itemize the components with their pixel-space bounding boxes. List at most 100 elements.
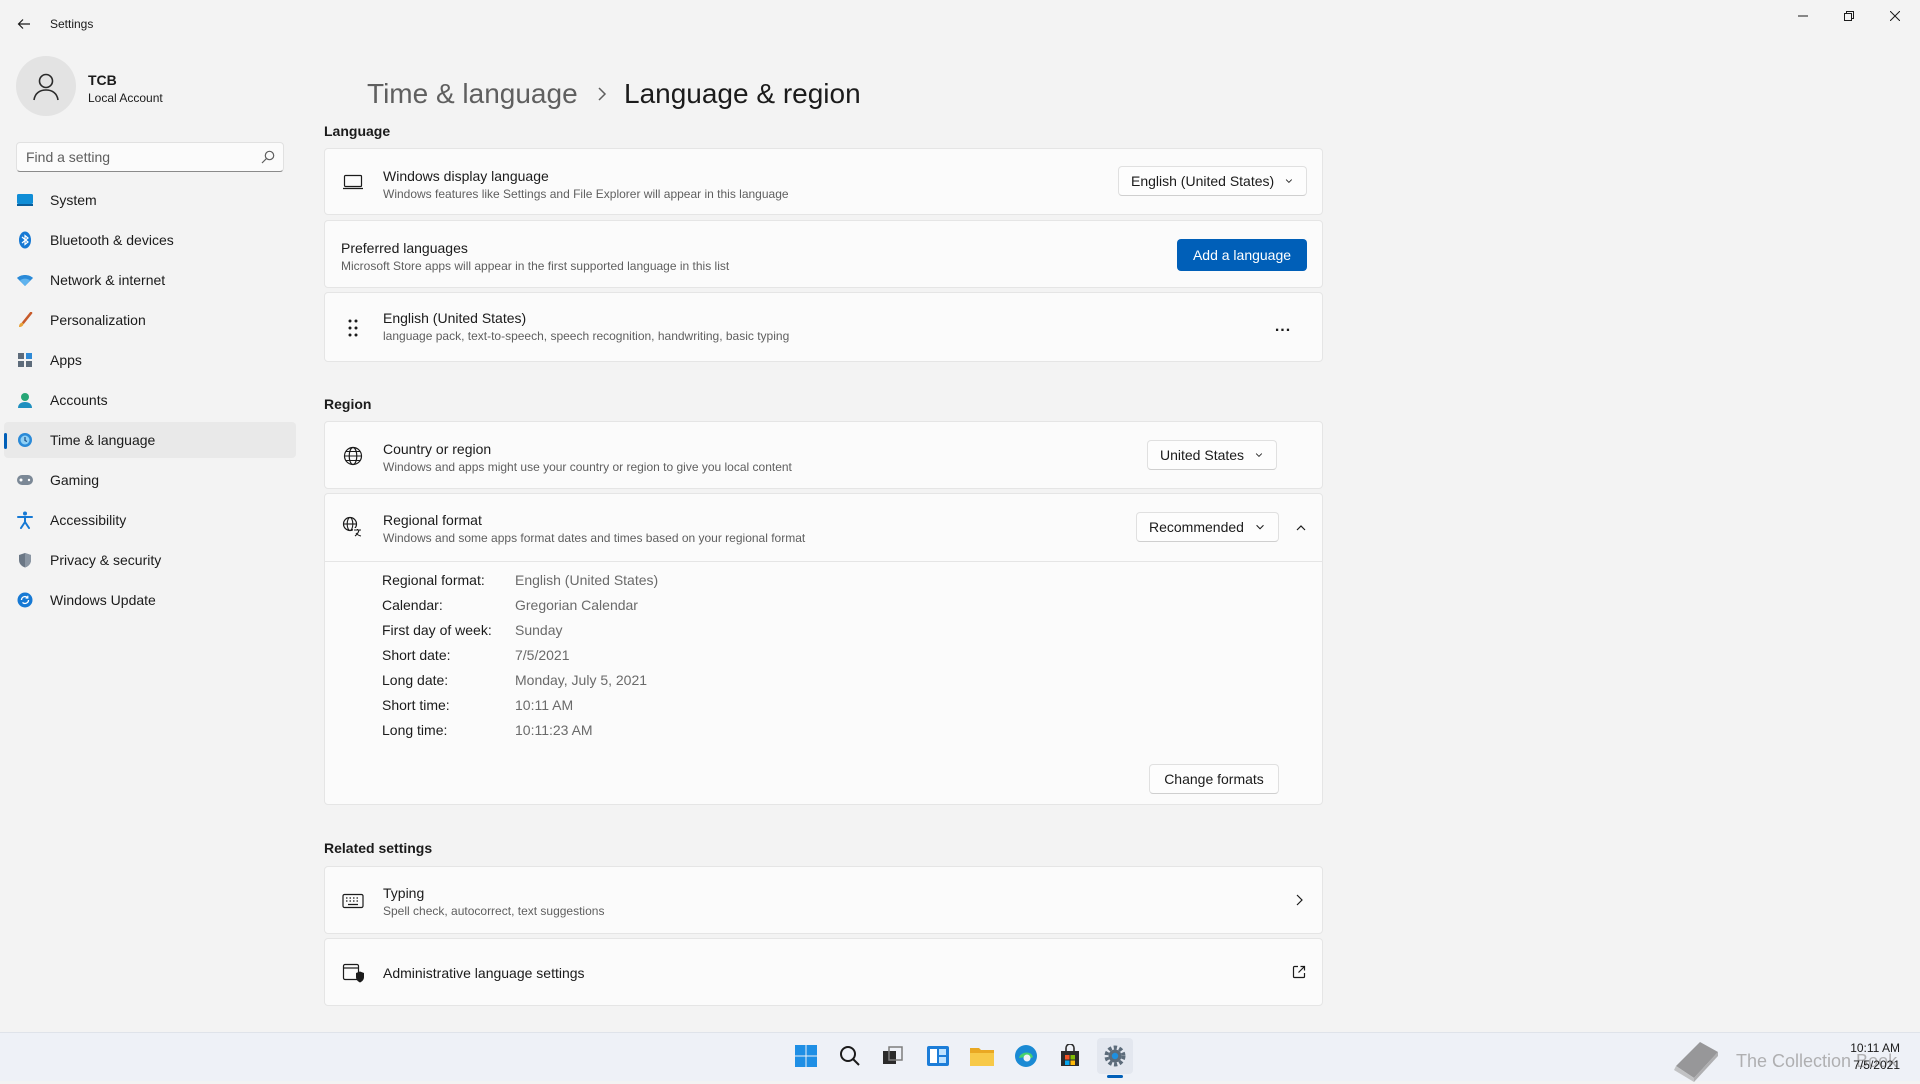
sidebar-item-privacy[interactable]: Privacy & security xyxy=(4,542,296,578)
typing-link[interactable]: Typing Spell check, autocorrect, text su… xyxy=(324,866,1323,934)
display-language-description: Windows features like Settings and File … xyxy=(383,187,789,201)
sidebar-item-label: Apps xyxy=(50,352,82,368)
gamepad-icon xyxy=(16,471,34,489)
taskbar-search-button[interactable] xyxy=(832,1038,868,1074)
country-region-title: Country or region xyxy=(383,441,492,457)
update-icon xyxy=(16,591,34,609)
chevron-down-icon xyxy=(1256,524,1264,530)
system-icon xyxy=(16,191,34,209)
apps-icon xyxy=(16,351,34,369)
person-icon xyxy=(16,391,34,409)
sidebar-item-system[interactable]: System xyxy=(4,182,296,218)
breadcrumb-parent[interactable]: Time & language xyxy=(367,78,578,110)
regional-format-description: Windows and some apps format dates and t… xyxy=(383,531,806,545)
close-button[interactable] xyxy=(1872,0,1918,32)
dropdown-value: Recommended xyxy=(1149,519,1244,535)
format-label: Calendar: xyxy=(382,597,443,613)
add-language-button[interactable]: Add a language xyxy=(1177,239,1307,271)
sidebar-item-label: Network & internet xyxy=(50,272,166,288)
widgets-button[interactable] xyxy=(920,1038,956,1074)
minimize-button[interactable] xyxy=(1780,0,1826,32)
clock-date[interactable]: 7/5/2021 xyxy=(1853,1058,1900,1072)
dropdown-value: English (United States) xyxy=(1131,173,1275,189)
format-value: 10:11 AM xyxy=(515,697,574,713)
store-button[interactable] xyxy=(1052,1038,1088,1074)
shield-icon xyxy=(16,551,34,569)
globe-icon xyxy=(342,445,364,467)
display-language-dropdown[interactable]: English (United States) xyxy=(1118,166,1307,196)
active-app-indicator xyxy=(1107,1075,1123,1078)
widgets-icon xyxy=(927,1046,949,1066)
chevron-right-icon xyxy=(1296,894,1303,906)
sidebar-item-label: Bluetooth & devices xyxy=(50,232,174,248)
monitor-icon xyxy=(342,171,364,193)
task-view-icon xyxy=(883,1046,903,1064)
clock-time[interactable]: 10:11 AM xyxy=(1850,1041,1900,1055)
sidebar-item-personalization[interactable]: Personalization xyxy=(4,302,296,338)
sidebar-item-windows-update[interactable]: Windows Update xyxy=(4,582,296,618)
window-title: Settings xyxy=(50,17,94,31)
installed-language-features: language pack, text-to-speech, speech re… xyxy=(383,329,790,343)
sidebar-item-accounts[interactable]: Accounts xyxy=(4,382,296,418)
account-type: Local Account xyxy=(88,91,163,105)
installed-language-card: English (United States) language pack, t… xyxy=(324,292,1323,362)
collapse-button[interactable] xyxy=(1285,512,1317,544)
book-icon xyxy=(1674,1042,1718,1082)
search-icon[interactable] xyxy=(261,150,275,164)
country-region-dropdown[interactable]: United States xyxy=(1147,440,1277,470)
country-region-card: Country or region Windows and apps might… xyxy=(324,421,1323,489)
restore-button[interactable] xyxy=(1826,0,1872,32)
sidebar-item-label: Accessibility xyxy=(50,512,127,528)
taskbar xyxy=(0,1032,1920,1081)
preferred-languages-card: Preferred languages Microsoft Store apps… xyxy=(324,220,1323,288)
sidebar-item-apps[interactable]: Apps xyxy=(4,342,296,378)
drag-handle-icon[interactable] xyxy=(342,317,364,339)
format-label: Long date: xyxy=(382,672,449,688)
search-box[interactable] xyxy=(16,142,284,172)
sidebar-nav: System Bluetooth & devices Network & int… xyxy=(4,182,296,622)
section-title-region: Region xyxy=(324,396,372,412)
regional-format-card: Regional format Windows and some apps fo… xyxy=(324,493,1323,805)
edge-button[interactable] xyxy=(1008,1038,1044,1074)
preferred-languages-title: Preferred languages xyxy=(341,240,468,256)
format-label: Regional format: xyxy=(382,572,485,588)
file-explorer-icon xyxy=(970,1048,994,1066)
accessibility-icon xyxy=(16,511,34,529)
search-input[interactable] xyxy=(17,143,246,171)
file-explorer-button[interactable] xyxy=(964,1038,1000,1074)
sidebar-item-label: Windows Update xyxy=(50,592,156,608)
admin-language-settings-link[interactable]: Administrative language settings xyxy=(324,938,1323,1006)
settings-taskbar-button[interactable] xyxy=(1097,1038,1133,1074)
sidebar-item-label: Time & language xyxy=(50,432,156,448)
country-region-description: Windows and apps might use your country … xyxy=(383,460,792,474)
chevron-down-icon xyxy=(1285,179,1293,183)
sidebar-item-accessibility[interactable]: Accessibility xyxy=(4,502,296,538)
sidebar-item-label: Accounts xyxy=(50,392,108,408)
more-options-button[interactable]: ... xyxy=(1265,311,1301,343)
divider xyxy=(325,561,1322,562)
back-button[interactable] xyxy=(10,10,38,38)
user-name: TCB xyxy=(88,72,117,88)
keyboard-icon xyxy=(342,890,364,912)
sidebar-item-network[interactable]: Network & internet xyxy=(4,262,296,298)
change-formats-button[interactable]: Change formats xyxy=(1149,764,1279,794)
format-value: Sunday xyxy=(515,622,563,638)
sidebar-item-bluetooth[interactable]: Bluetooth & devices xyxy=(4,222,296,258)
brush-icon xyxy=(16,311,34,329)
regional-format-title: Regional format xyxy=(383,512,482,528)
sidebar-item-label: System xyxy=(50,192,97,208)
sidebar-item-time-language[interactable]: Time & language xyxy=(4,422,296,458)
section-title-related: Related settings xyxy=(324,840,433,856)
sidebar-item-gaming[interactable]: Gaming xyxy=(4,462,296,498)
page-title: Language & region xyxy=(624,78,861,109)
task-view-button[interactable] xyxy=(875,1038,911,1074)
clock-globe-icon xyxy=(16,431,34,449)
person-avatar-icon xyxy=(33,73,59,101)
avatar[interactable] xyxy=(16,56,76,116)
start-icon xyxy=(795,1045,817,1067)
regional-format-dropdown[interactable]: Recommended xyxy=(1136,512,1279,542)
start-button[interactable] xyxy=(788,1038,824,1074)
minimize-icon xyxy=(1798,15,1808,17)
format-value: Monday, July 5, 2021 xyxy=(515,672,648,688)
format-label: Short date: xyxy=(382,647,451,663)
